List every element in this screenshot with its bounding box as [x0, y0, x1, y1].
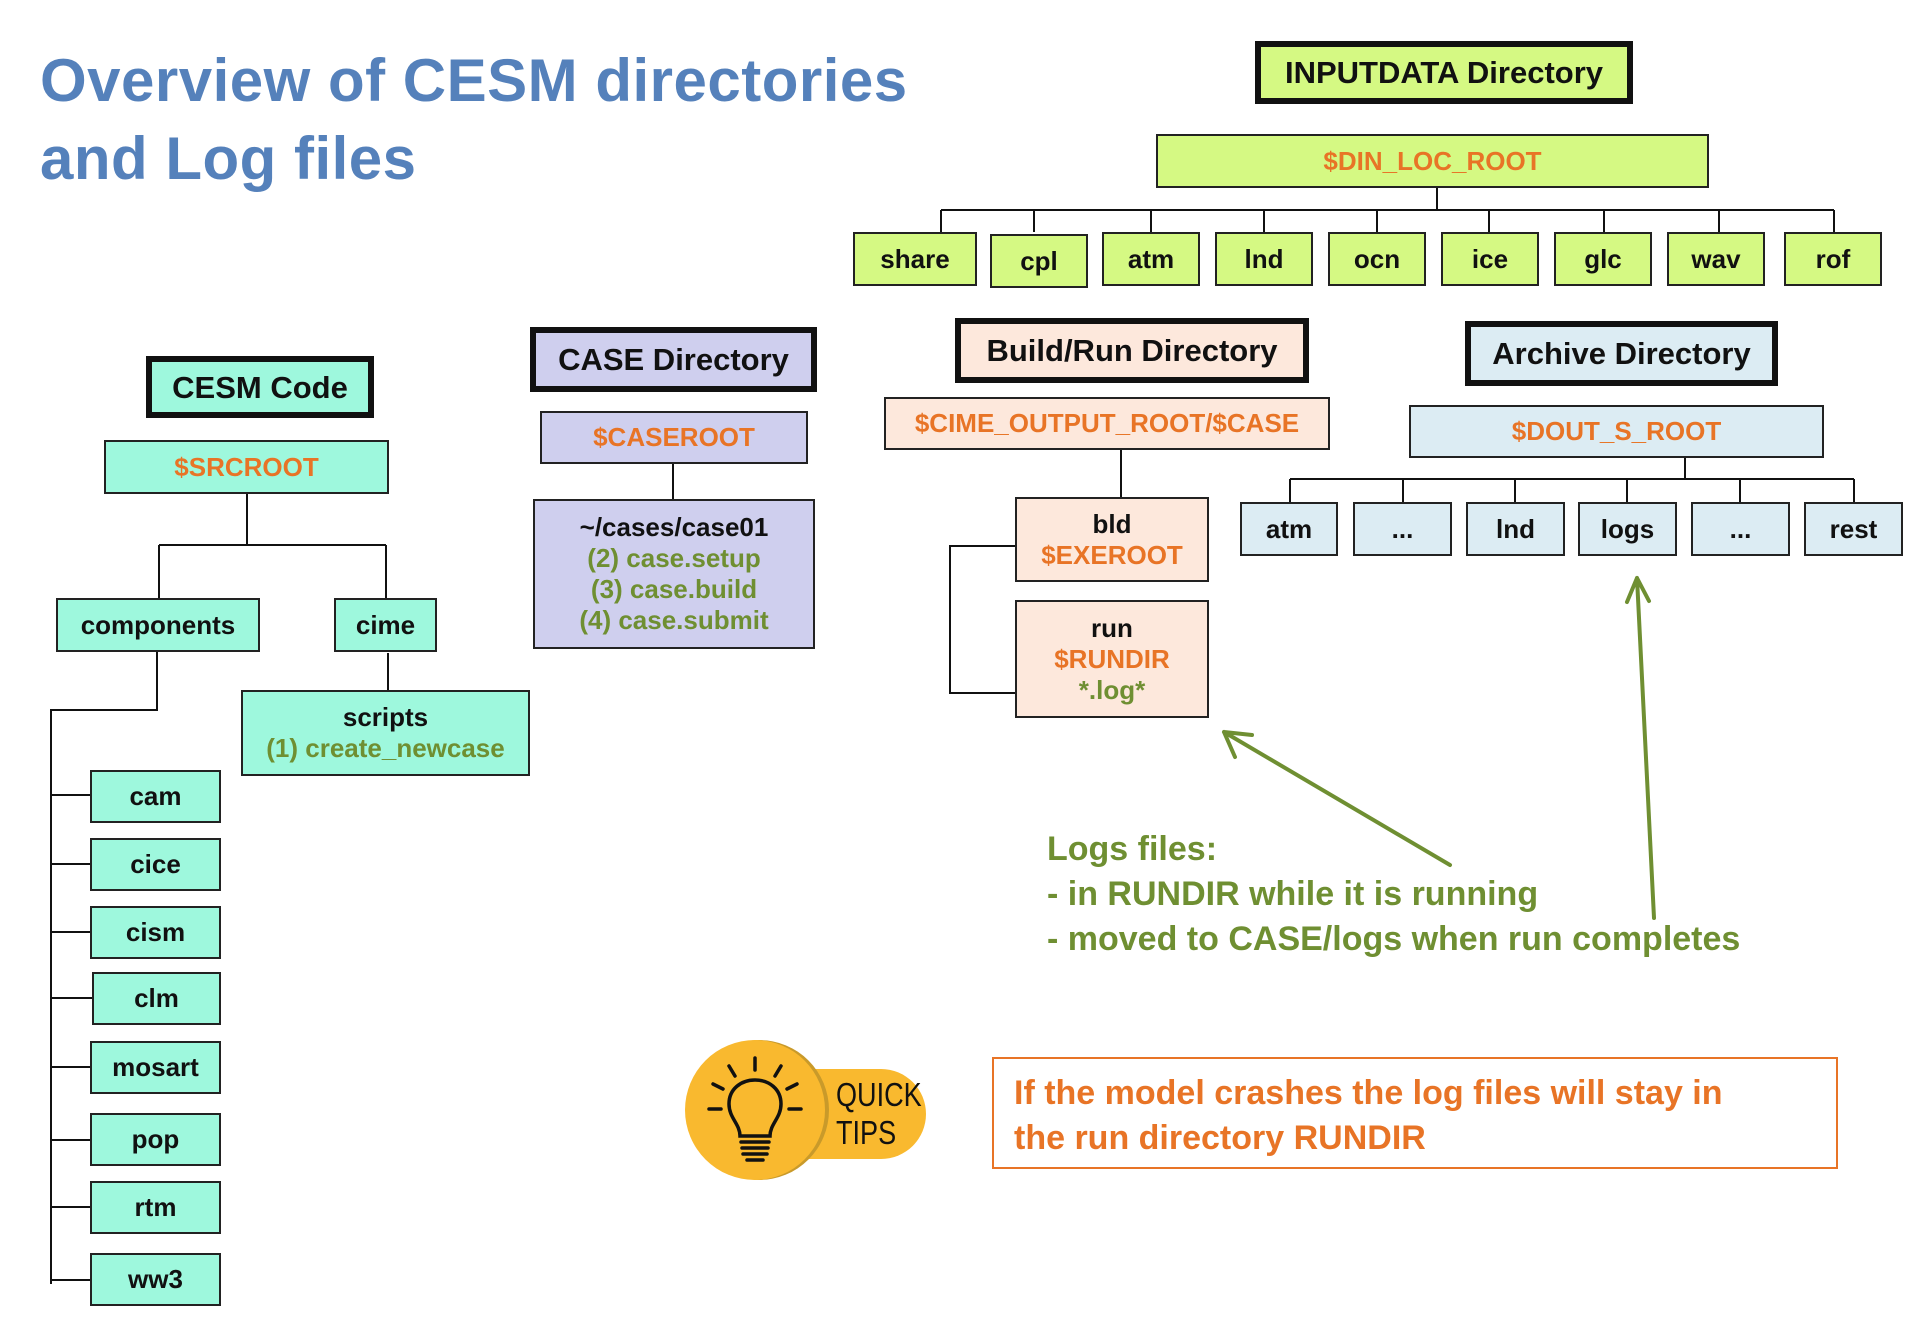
page-title: Overview of CESM directories and Log fil…: [40, 47, 908, 192]
dout-s-root-box: $DOUT_S_ROOT: [1409, 405, 1824, 458]
inputdata-connector: [940, 187, 1835, 232]
components-box: components: [56, 598, 260, 652]
srcroot-connector: [158, 493, 387, 598]
inputdata-ocn: ocn: [1328, 232, 1426, 286]
component-cice: cice: [90, 838, 221, 891]
component-cism: cism: [90, 906, 221, 959]
component-rtm: rtm: [90, 1181, 221, 1234]
component-pop: pop: [90, 1113, 221, 1166]
component-cam: cam: [90, 770, 221, 823]
inputdata-lnd: lnd: [1215, 232, 1313, 286]
build-run-directory-header: Build/Run Directory: [955, 318, 1309, 383]
quick-tips-badge: QUICK TIPS: [680, 1036, 950, 1186]
inputdata-wav: wav: [1667, 232, 1765, 286]
inputdata-directory-header: INPUTDATA Directory: [1255, 41, 1633, 104]
din-loc-root-box: $DIN_LOC_ROOT: [1156, 134, 1709, 188]
component-ww3: ww3: [90, 1253, 221, 1306]
archive-logs: logs: [1578, 502, 1677, 556]
scripts-box: scripts (1) create_newcase: [241, 690, 530, 776]
archive-connector: [1289, 458, 1855, 506]
archive-lnd: lnd: [1466, 502, 1565, 556]
cime-box: cime: [334, 598, 437, 652]
inputdata-atm: atm: [1102, 232, 1200, 286]
bld-run-connector: [949, 545, 1023, 694]
inputdata-share: share: [853, 232, 977, 286]
case-path-box: ~/cases/case01 (2) case.setup (3) case.b…: [533, 499, 815, 649]
caseroot-box: $CASEROOT: [540, 411, 808, 464]
case-directory-header: CASE Directory: [530, 327, 817, 392]
component-branches: [51, 794, 94, 1281]
archive-ellipsis-2: ...: [1691, 502, 1790, 556]
inputdata-cpl: cpl: [990, 234, 1088, 288]
cime-output-root-box: $CIME_OUTPUT_ROOT/$CASE: [884, 397, 1330, 450]
inputdata-rof: rof: [1784, 232, 1882, 286]
cesm-code-header: CESM Code: [146, 356, 374, 418]
run-box: run $RUNDIR *.log*: [1015, 600, 1209, 718]
archive-atm: atm: [1240, 502, 1338, 556]
component-mosart: mosart: [90, 1041, 221, 1094]
inputdata-ice: ice: [1441, 232, 1539, 286]
archive-ellipsis-1: ...: [1353, 502, 1452, 556]
log-files-note: Logs files: - in RUNDIR while it is runn…: [1047, 830, 1741, 958]
lightbulb-icon: [707, 1056, 803, 1162]
srcroot-box: $SRCROOT: [104, 440, 389, 494]
archive-directory-header: Archive Directory: [1465, 321, 1778, 386]
bld-box: bld $EXEROOT: [1015, 497, 1209, 582]
inputdata-glc: glc: [1554, 232, 1652, 286]
crash-tip-box: If the model crashes the log files will …: [992, 1057, 1838, 1169]
component-clm: clm: [92, 972, 221, 1025]
quick-tips-label: QUICK TIPS: [836, 1076, 922, 1151]
archive-rest: rest: [1804, 502, 1903, 556]
